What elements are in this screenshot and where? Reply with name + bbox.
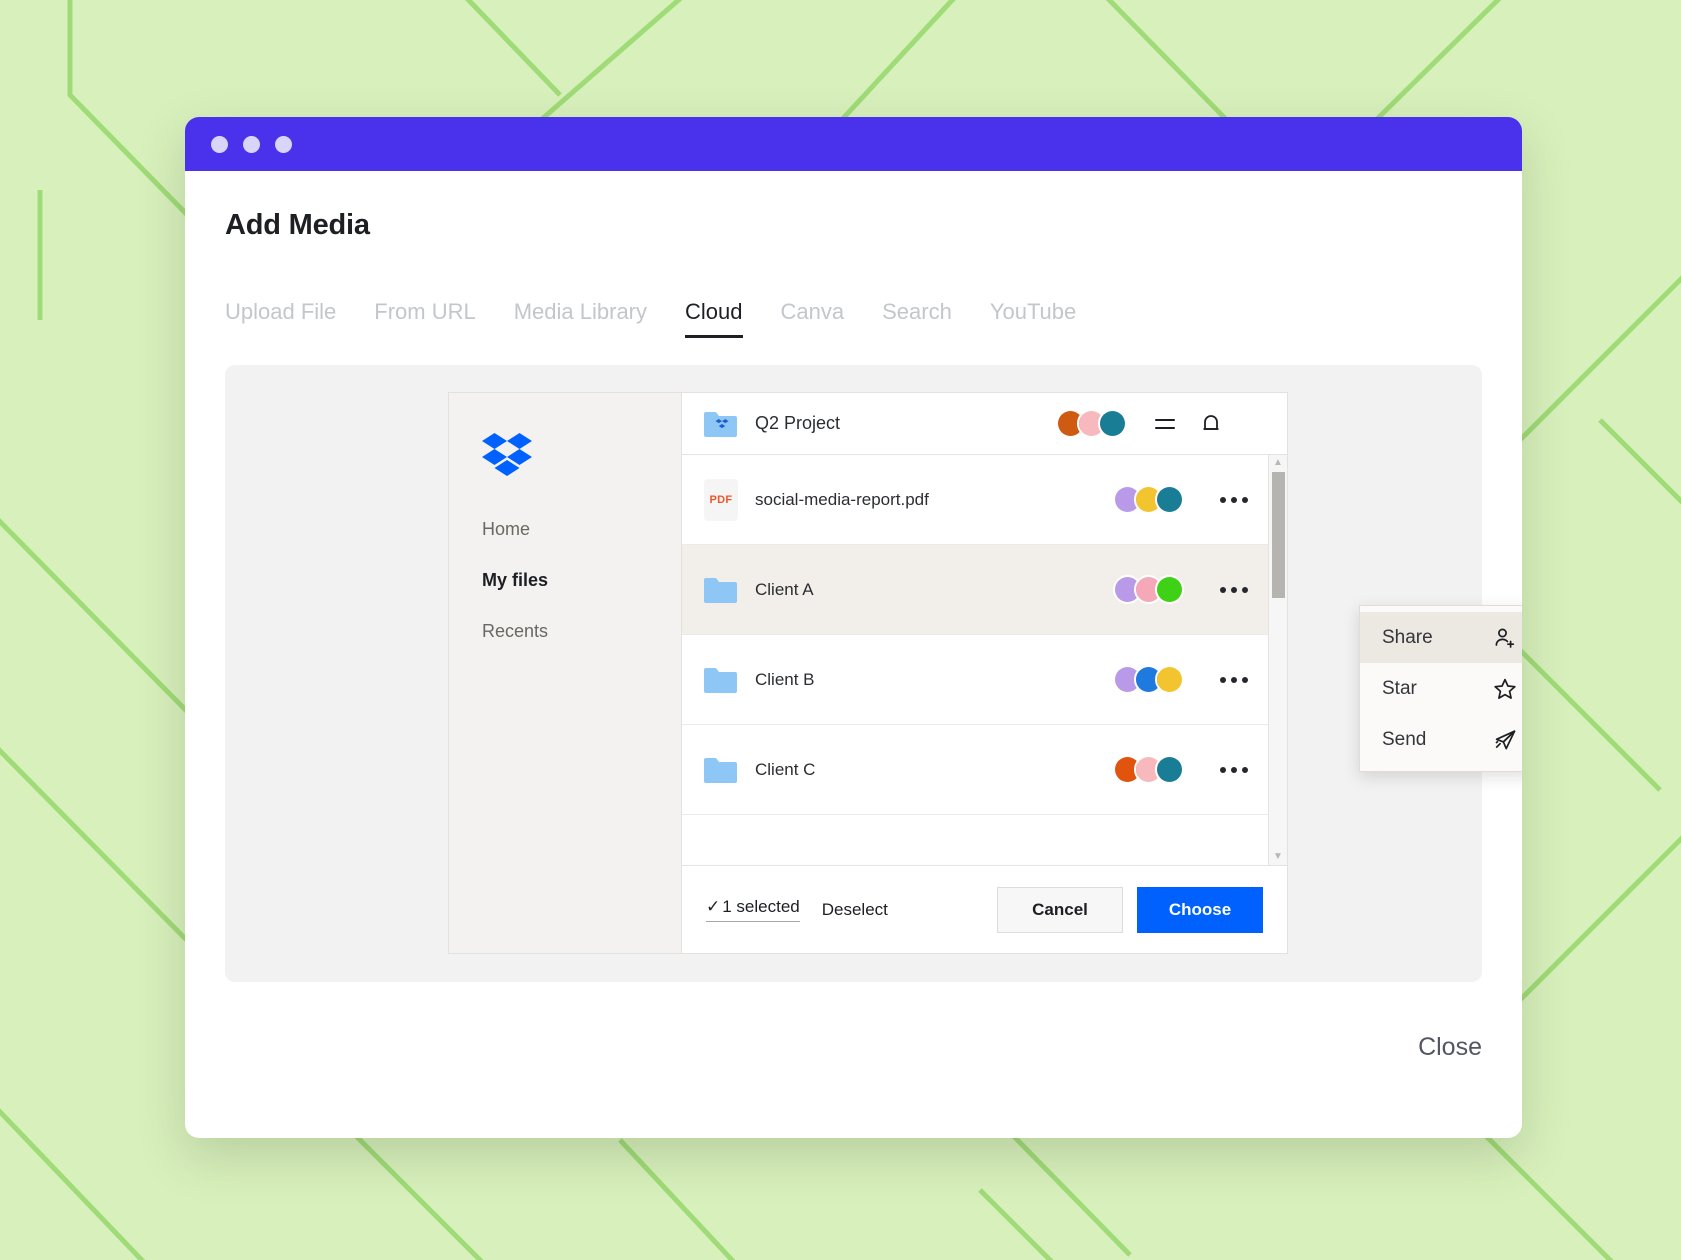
check-icon: ✓ xyxy=(706,897,721,916)
tab-from-url[interactable]: From URL xyxy=(374,299,475,338)
selected-count-label: 1 selected xyxy=(722,897,800,916)
tab-youtube[interactable]: YouTube xyxy=(990,299,1076,338)
row-overflow-menu-button[interactable] xyxy=(1214,496,1254,503)
menu-item-star[interactable]: Star xyxy=(1360,663,1522,714)
file-name: Client A xyxy=(755,579,814,599)
folder-icon xyxy=(704,756,740,783)
chooser-footer: ✓ 1 selected Deselect Cancel Choose xyxy=(682,865,1287,953)
row-context-menu: Share Star Send xyxy=(1359,605,1522,772)
avatar-current-user[interactable] xyxy=(1245,410,1273,438)
folder-dropbox-icon xyxy=(704,410,740,437)
tab-media-library[interactable]: Media Library xyxy=(514,299,647,338)
folder-icon xyxy=(704,576,740,603)
tab-upload-file[interactable]: Upload File xyxy=(225,299,336,338)
avatar xyxy=(1155,485,1184,514)
avatar xyxy=(1155,665,1184,694)
row-avatar-group xyxy=(1113,485,1184,514)
cloud-panel: Home My files Recents Q2 Project PDF soc… xyxy=(225,365,1522,982)
breadcrumb-folder-name: Q2 Project xyxy=(755,413,841,433)
selected-count[interactable]: ✓ 1 selected xyxy=(706,897,800,922)
file-list: PDF social-media-report.pdf Client A Cli… xyxy=(682,455,1268,893)
file-list-area: PDF social-media-report.pdf Client A Cli… xyxy=(682,455,1287,893)
sidebar-item-recents[interactable]: Recents xyxy=(482,621,681,642)
table-row[interactable]: Client B xyxy=(682,635,1268,725)
header-icon-group xyxy=(1153,410,1273,438)
table-row[interactable]: Client A xyxy=(682,545,1268,635)
row-overflow-menu-button[interactable] xyxy=(1214,676,1254,683)
row-avatar-group xyxy=(1113,665,1184,694)
dropbox-logo-icon xyxy=(482,433,532,476)
dialog-footer: Close xyxy=(185,982,1522,1112)
sidebar-item-home[interactable]: Home xyxy=(482,519,681,540)
deselect-button[interactable]: Deselect xyxy=(822,900,888,920)
pdf-file-icon: PDF xyxy=(704,478,740,521)
star-icon xyxy=(1494,678,1516,699)
scroll-up-arrow-icon[interactable]: ▲ xyxy=(1273,458,1283,468)
window-body: Add Media Upload File From URL Media Lib… xyxy=(185,171,1522,982)
window-close-dot[interactable] xyxy=(211,135,228,153)
window-titlebar xyxy=(185,117,1522,171)
table-row[interactable]: Client C xyxy=(682,725,1268,815)
chooser-main: Q2 Project PDF social-media-report.pdf C… xyxy=(682,393,1287,953)
row-avatar-group xyxy=(1113,755,1184,784)
avatar xyxy=(1155,755,1184,784)
dropbox-chooser: Home My files Recents Q2 Project PDF soc… xyxy=(448,392,1522,954)
window-maximize-dot[interactable] xyxy=(275,135,292,153)
scrollbar-thumb[interactable] xyxy=(1271,472,1285,598)
tab-canva[interactable]: Canva xyxy=(781,299,845,338)
tab-search[interactable]: Search xyxy=(882,299,952,338)
menu-item-label: Share xyxy=(1382,626,1433,648)
file-list-scrollbar[interactable]: ▲ ▼ xyxy=(1268,455,1287,865)
header-avatar-group xyxy=(1056,409,1127,438)
row-avatar-group xyxy=(1113,575,1184,604)
cancel-button[interactable]: Cancel xyxy=(997,886,1123,933)
avatar xyxy=(1098,409,1127,438)
menu-item-send[interactable]: Send xyxy=(1360,714,1522,765)
row-overflow-menu-button[interactable] xyxy=(1214,586,1254,593)
menu-item-label: Star xyxy=(1382,677,1417,699)
folder-icon xyxy=(704,666,740,693)
hamburger-menu-icon[interactable] xyxy=(1153,412,1177,436)
tab-cloud[interactable]: Cloud xyxy=(685,299,743,338)
page-title: Add Media xyxy=(225,209,370,241)
bell-icon[interactable] xyxy=(1199,412,1223,436)
person-add-icon xyxy=(1495,628,1515,648)
choose-button[interactable]: Choose xyxy=(1137,886,1263,933)
paper-plane-icon xyxy=(1495,729,1516,749)
tab-bar: Upload File From URL Media Library Cloud… xyxy=(225,294,1482,338)
table-row[interactable]: PDF social-media-report.pdf xyxy=(682,455,1268,545)
row-overflow-menu-button[interactable] xyxy=(1214,766,1254,773)
file-name: Client B xyxy=(755,669,815,689)
chooser-sidebar: Home My files Recents xyxy=(449,393,682,953)
sidebar-item-my-files[interactable]: My files xyxy=(482,570,681,591)
menu-item-share[interactable]: Share xyxy=(1360,612,1522,663)
window-minimize-dot[interactable] xyxy=(243,135,260,153)
avatar xyxy=(1155,575,1184,604)
chooser-breadcrumb-row: Q2 Project xyxy=(682,393,1287,455)
file-name: Client C xyxy=(755,759,816,779)
menu-item-label: Send xyxy=(1382,728,1427,750)
app-window: Add Media Upload File From URL Media Lib… xyxy=(185,117,1522,1138)
pdf-badge: PDF xyxy=(704,478,738,521)
sidebar-nav: Home My files Recents xyxy=(482,519,681,642)
file-name: social-media-report.pdf xyxy=(755,489,929,509)
scroll-down-arrow-icon[interactable]: ▼ xyxy=(1273,852,1283,862)
close-button[interactable]: Close xyxy=(1418,1033,1482,1062)
